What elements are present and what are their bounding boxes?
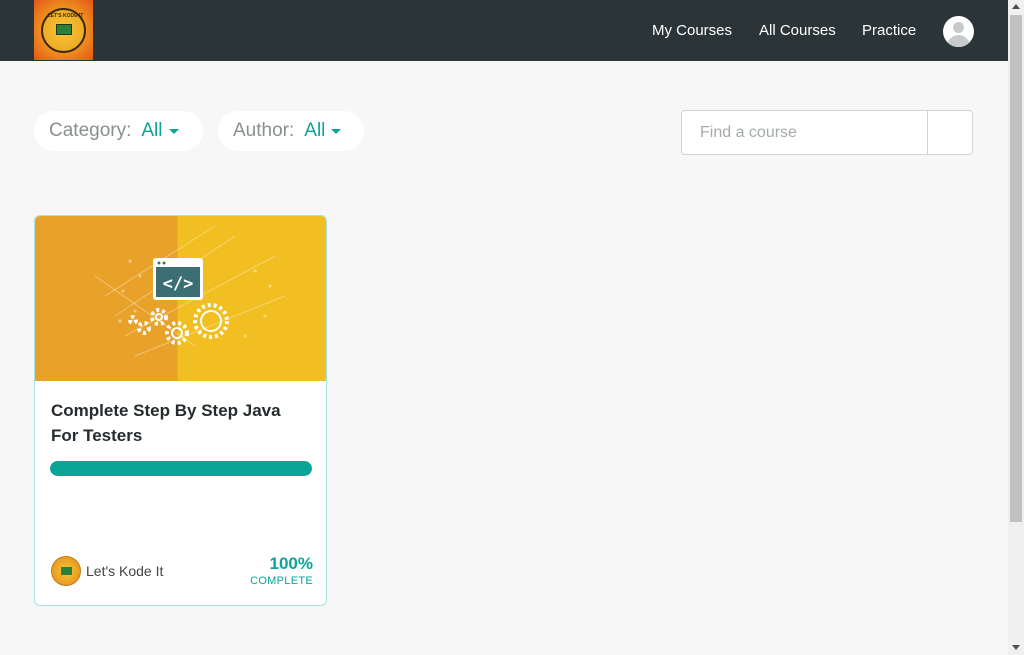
completion-label: COMPLETE xyxy=(250,575,313,587)
code-symbol: </> xyxy=(163,274,194,294)
nav-my-courses[interactable]: My Courses xyxy=(652,22,732,39)
caret-down-icon xyxy=(331,128,342,134)
author-filter[interactable]: Author: All xyxy=(218,111,364,151)
completion-percent: 100% xyxy=(269,554,313,573)
course-progress-fill xyxy=(50,461,312,476)
course-title[interactable]: Complete Step By Step Java For Testers xyxy=(51,398,311,448)
top-navbar: LET'S KODE IT My Courses All Courses Pra… xyxy=(0,0,1008,61)
nav-practice[interactable]: Practice xyxy=(862,22,916,39)
avatar-body xyxy=(947,35,970,47)
logo-laptop-icon xyxy=(56,24,72,35)
code-gears-illustration: </> xyxy=(94,225,286,357)
user-avatar-icon[interactable] xyxy=(943,16,974,47)
author-avatar xyxy=(51,556,81,586)
search-input[interactable] xyxy=(682,111,927,154)
search-icon xyxy=(942,124,956,138)
scroll-up-arrow-icon[interactable] xyxy=(1012,4,1020,9)
course-search xyxy=(681,110,973,155)
logo-text: LET'S KODE IT xyxy=(47,13,84,19)
author-name: Let's Kode It xyxy=(86,563,164,579)
course-thumbnail: </> xyxy=(35,216,326,381)
course-progress-bar xyxy=(50,461,312,476)
site-logo[interactable]: LET'S KODE IT xyxy=(34,0,93,60)
category-filter[interactable]: Category: All xyxy=(34,111,203,151)
page-scrollbar[interactable] xyxy=(1008,0,1024,655)
search-button[interactable] xyxy=(927,111,972,154)
nav-all-courses[interactable]: All Courses xyxy=(759,22,836,39)
scroll-thumb[interactable] xyxy=(1010,15,1022,522)
category-label: Category: xyxy=(49,120,132,141)
author-laptop-icon xyxy=(61,567,72,575)
course-card[interactable]: </> Complete Step By Step Java For Teste… xyxy=(34,215,327,606)
author-label: Author: xyxy=(233,120,295,141)
author-value: All xyxy=(304,120,326,141)
scroll-down-arrow-icon[interactable] xyxy=(1012,645,1020,650)
logo-badge: LET'S KODE IT xyxy=(41,8,86,53)
caret-down-icon xyxy=(168,128,179,134)
avatar-head xyxy=(953,22,964,33)
category-value: All xyxy=(141,120,163,141)
